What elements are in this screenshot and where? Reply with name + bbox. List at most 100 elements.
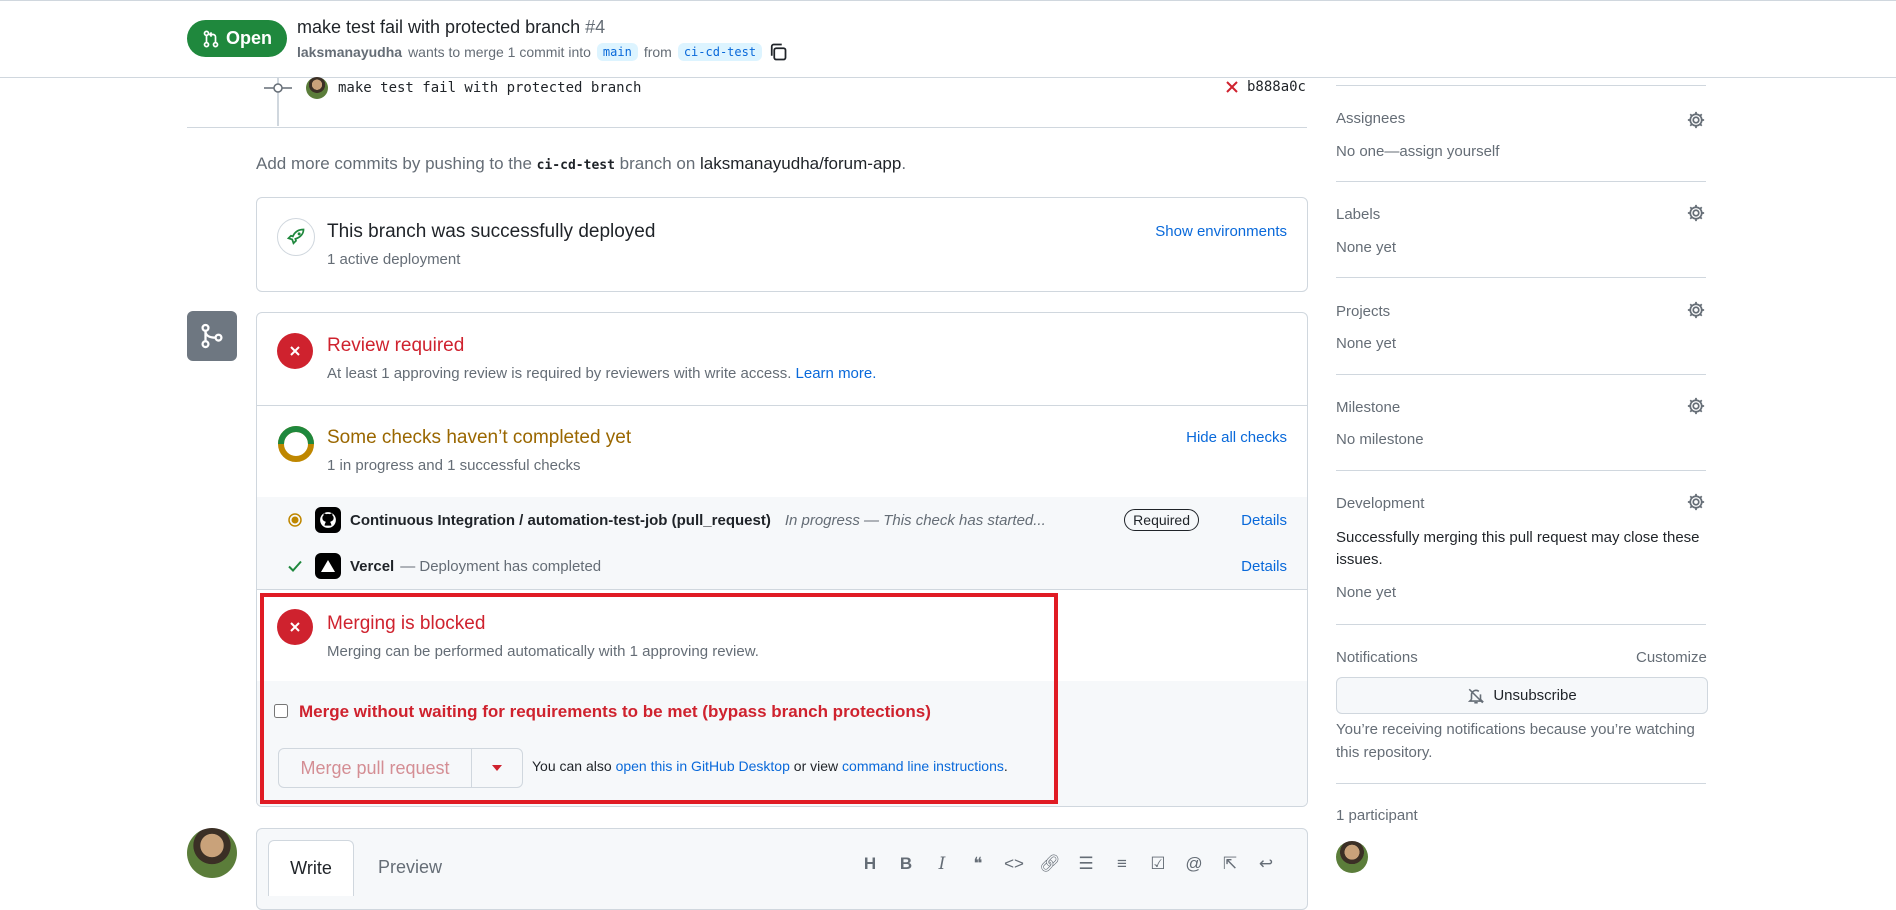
sidebar-divider [1336, 783, 1706, 784]
unsubscribe-label: Unsubscribe [1493, 687, 1577, 704]
also-text: You can also [532, 758, 612, 774]
alternatives-period: . [1003, 758, 1008, 774]
checks-title: Some checks haven’t completed yet [327, 427, 632, 448]
github-actions-icon [315, 507, 341, 533]
or-view-text: or view [793, 758, 839, 774]
add-commits-middle: branch on [619, 154, 696, 173]
development-heading: Development [1336, 495, 1425, 512]
review-section: Review required At least 1 approving rev… [257, 313, 1307, 406]
commit-sha[interactable]: b888a0c [1247, 79, 1306, 95]
git-commit-icon [264, 83, 292, 93]
link-icon[interactable]: 🔗︎ [1038, 852, 1062, 876]
customize-link[interactable]: Customize [1636, 649, 1707, 666]
italic-icon[interactable]: I [930, 852, 954, 876]
code-icon[interactable]: <> [1002, 852, 1026, 876]
participant-avatar[interactable] [1336, 841, 1368, 873]
merge-blocked-section: Merging is blocked Merging can be perfor… [257, 589, 1307, 682]
milestone-value: No milestone [1336, 431, 1424, 448]
details-link-ci[interactable]: Details [1241, 512, 1287, 529]
learn-more-link[interactable]: Learn more. [796, 365, 877, 382]
triangle-down-icon [492, 765, 502, 771]
tab-write[interactable]: Write [268, 840, 354, 896]
merge-button-group: Merge pull request [278, 748, 523, 788]
add-commits-suffix: . [901, 154, 907, 173]
projects-value: None yet [1336, 335, 1397, 352]
review-subtitle-text: At least 1 approving review is required … [327, 365, 792, 382]
show-environments-link[interactable]: Show environments [1155, 223, 1287, 240]
base-branch[interactable]: main [596, 43, 638, 61]
sidebar-divider [1336, 181, 1706, 182]
copy-icon[interactable] [768, 42, 788, 62]
quote-icon[interactable]: ❝ [966, 852, 990, 876]
head-branch[interactable]: ci-cd-test [677, 43, 763, 61]
assignees-heading: Assignees [1336, 110, 1406, 127]
hide-all-checks-link[interactable]: Hide all checks [1186, 429, 1287, 446]
commit-author-avatar[interactable] [306, 77, 328, 99]
sidebar-divider [1336, 624, 1706, 625]
merge-pull-request-button[interactable]: Merge pull request [279, 749, 472, 787]
merge-box: Review required At least 1 approving rev… [256, 312, 1308, 807]
unsubscribe-button[interactable]: Unsubscribe [1336, 677, 1708, 714]
repo-link[interactable]: laksmanayudha/forum-app [700, 154, 901, 173]
sidebar-divider [1336, 470, 1706, 471]
x-icon[interactable] [1225, 80, 1239, 94]
bypass-label[interactable]: Merge without waiting for requirements t… [299, 702, 931, 722]
user-avatar[interactable] [187, 828, 237, 878]
ordered-list-icon[interactable]: ≡ [1110, 852, 1134, 876]
check-status-vercel: — Deployment has completed [400, 557, 602, 575]
mention-icon[interactable]: @ [1182, 852, 1206, 876]
timeline-divider [187, 127, 1307, 128]
github-desktop-link[interactable]: open this in GitHub Desktop [616, 758, 790, 774]
vercel-icon [315, 553, 341, 579]
merge-method-dropdown[interactable] [472, 749, 522, 787]
checks-subtitle: 1 in progress and 1 successful checks [327, 457, 581, 474]
commit-status: b888a0c [1225, 79, 1306, 95]
cross-reference-icon[interactable]: ⇱ [1218, 852, 1242, 876]
check-name-vercel[interactable]: Vercel [350, 558, 394, 575]
sidebar-divider [1336, 374, 1706, 375]
projects-gear-icon[interactable] [1686, 300, 1706, 320]
unordered-list-icon[interactable]: ☰ [1074, 852, 1098, 876]
pr-title: make test fail with protected branch #4 [297, 17, 605, 38]
check-status-ci: In progress — This check has started... [784, 511, 1046, 529]
deployment-subtitle: 1 active deployment [327, 251, 461, 268]
check-row-vercel: Vercel — Deployment has completed Detail… [257, 543, 1307, 590]
development-gear-icon[interactable] [1686, 492, 1706, 512]
required-badge: Required [1124, 509, 1199, 531]
labels-heading: Labels [1336, 206, 1381, 223]
details-link-vercel[interactable]: Details [1241, 558, 1287, 575]
review-title: Review required [327, 335, 465, 356]
sidebar-top-divider [1336, 85, 1706, 86]
sidebar-divider [1336, 277, 1706, 278]
git-merge-icon [187, 311, 237, 361]
pr-state-badge: Open [187, 20, 287, 57]
command-line-link[interactable]: command line instructions [842, 758, 1004, 774]
merge-blocked-title: Merging is blocked [327, 613, 486, 634]
commit-message[interactable]: make test fail with protected branch [338, 80, 641, 96]
add-commits-branch: ci-cd-test [536, 158, 615, 173]
heading-icon[interactable]: H [858, 852, 882, 876]
merge-text: wants to merge 1 commit into [408, 44, 591, 60]
git-pull-request-icon [203, 30, 219, 47]
projects-heading: Projects [1336, 303, 1391, 320]
bold-icon[interactable]: B [894, 852, 918, 876]
development-value: None yet [1336, 584, 1397, 601]
notifications-note: You’re receiving notifications because y… [1336, 721, 1695, 761]
check-icon [288, 560, 302, 572]
check-name-ci[interactable]: Continuous Integration / automation-test… [350, 512, 771, 529]
assignees-value[interactable]: No one—assign yourself [1336, 143, 1499, 160]
pr-title-text: make test fail with protected branch [297, 17, 581, 37]
milestone-gear-icon[interactable] [1686, 396, 1706, 416]
markdown-toolbar: H B I ❝ <> 🔗︎ ☰ ≡ ☑ @ ⇱ ↩ [858, 852, 1278, 876]
tab-preview[interactable]: Preview [370, 840, 450, 895]
bypass-checkbox[interactable] [274, 704, 288, 718]
add-commits-prefix: Add more commits by pushing to the [256, 154, 532, 173]
assignees-gear-icon[interactable] [1686, 110, 1706, 130]
pr-author-link[interactable]: laksmanayudha [297, 44, 402, 60]
review-subtitle: At least 1 approving review is required … [327, 365, 876, 382]
labels-gear-icon[interactable] [1686, 203, 1706, 223]
merge-blocked-subtitle: Merging can be performed automatically w… [327, 643, 759, 660]
merge-alternatives: You can also open this in GitHub Desktop… [532, 758, 1008, 774]
reply-icon[interactable]: ↩ [1254, 852, 1278, 876]
task-list-icon[interactable]: ☑ [1146, 852, 1170, 876]
